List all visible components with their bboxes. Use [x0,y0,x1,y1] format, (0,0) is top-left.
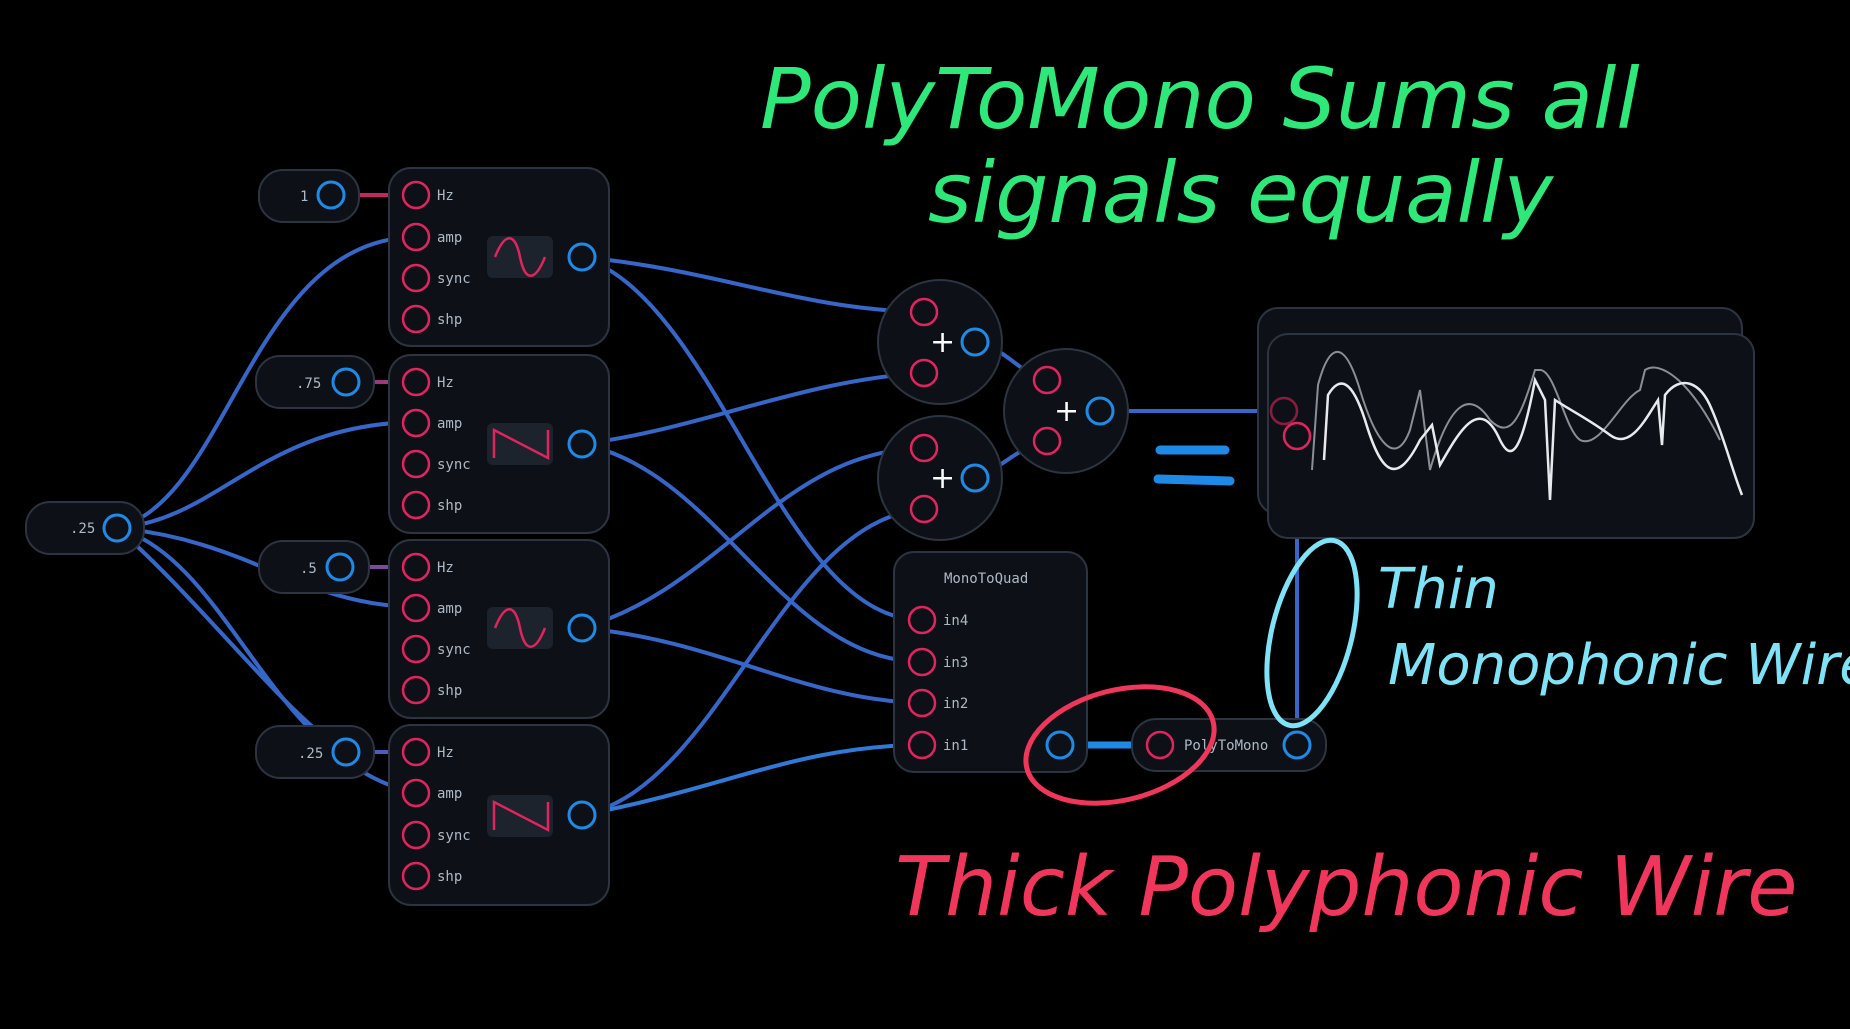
wire-osc1-add1 [580,255,925,314]
svg-text:in3: in3 [943,655,968,671]
oscillator-3[interactable]: Hz amp sync shp [388,539,610,719]
oscillator-4[interactable]: Hz amp sync shp [388,724,610,906]
wire-osc4-in1 [580,743,923,817]
svg-text:amp: amp [437,601,462,617]
annotation-title-line2: signals equally [928,144,1554,242]
svg-text:amp: amp [437,786,462,802]
hz-const-1-value: 1 [300,189,308,205]
svg-text:amp: amp [437,416,462,432]
svg-text:Hz: Hz [437,375,454,391]
hz-const-3[interactable]: .5 [258,540,370,594]
svg-text:shp: shp [437,498,462,514]
adder-3[interactable]: + [1003,348,1129,474]
wire-osc3-in2 [580,626,923,705]
oscillator-2[interactable]: Hz amp sync shp [388,354,610,534]
poly-to-mono-label: PolyToMono [1184,738,1268,754]
adder-1[interactable]: + [877,279,1003,405]
svg-text:in4: in4 [943,613,968,629]
wire-osc3-add2 [580,446,925,630]
svg-text:Hz: Hz [437,560,454,576]
wire-master-amp2 [116,420,416,530]
svg-text:sync: sync [437,642,471,658]
wires [115,193,1299,817]
svg-text:shp: shp [437,312,462,328]
svg-text:shp: shp [437,869,462,885]
svg-text:sync: sync [437,457,471,473]
patch-canvas[interactable]: .box { fill:#0d1117; stroke:#2b3440; str… [0,0,1850,1029]
mono-to-quad-title: MonoToQuad [944,571,1028,587]
svg-text:sync: sync [437,828,471,844]
thin-wire-circle-mark [1264,537,1360,729]
wire-osc2-add1 [580,371,925,446]
svg-text:in1: in1 [943,738,968,754]
wire-osc4-add2 [580,507,925,817]
wire-osc2-in3 [580,442,923,664]
master-constant[interactable]: .25 [25,501,145,555]
svg-text:in2: in2 [943,696,968,712]
svg-text:Hz: Hz [437,745,454,761]
svg-text:sync: sync [437,271,471,287]
annotation-title: PolyToMono Sums all signals equally [760,50,1640,242]
mono-to-quad[interactable]: MonoToQuad in4 in3 in2 in1 [893,551,1088,773]
svg-text:shp: shp [437,683,462,699]
svg-text:+: + [1054,394,1079,429]
annotation-thin-line1: Thin [1378,557,1499,622]
svg-text:+: + [930,461,955,496]
annotation-thin: Thin Monophonic Wire [1264,537,1850,729]
svg-text:amp: amp [437,230,462,246]
adder-2[interactable]: + [877,415,1003,541]
hz-const-4-value: .25 [298,746,323,762]
annotation-thin-line2: Monophonic Wire [1388,633,1850,698]
master-constant-value: .25 [70,521,95,537]
hz-const-2-value: .75 [296,376,321,392]
annotation-title-line1: PolyToMono Sums all [760,50,1640,148]
svg-text:Hz: Hz [437,188,454,204]
hz-const-4[interactable]: .25 [255,725,375,779]
annotation-thick-label: Thick Polyphonic Wire [895,840,1798,935]
oscillator-1[interactable]: Hz amp sync shp [388,167,610,347]
hz-const-3-value: .5 [300,561,317,577]
scope-display[interactable] [1257,307,1755,539]
equals-mark [1153,445,1235,486]
hz-const-1[interactable]: 1 [258,169,360,223]
hz-const-2[interactable]: .75 [255,355,375,409]
svg-text:+: + [930,325,955,360]
